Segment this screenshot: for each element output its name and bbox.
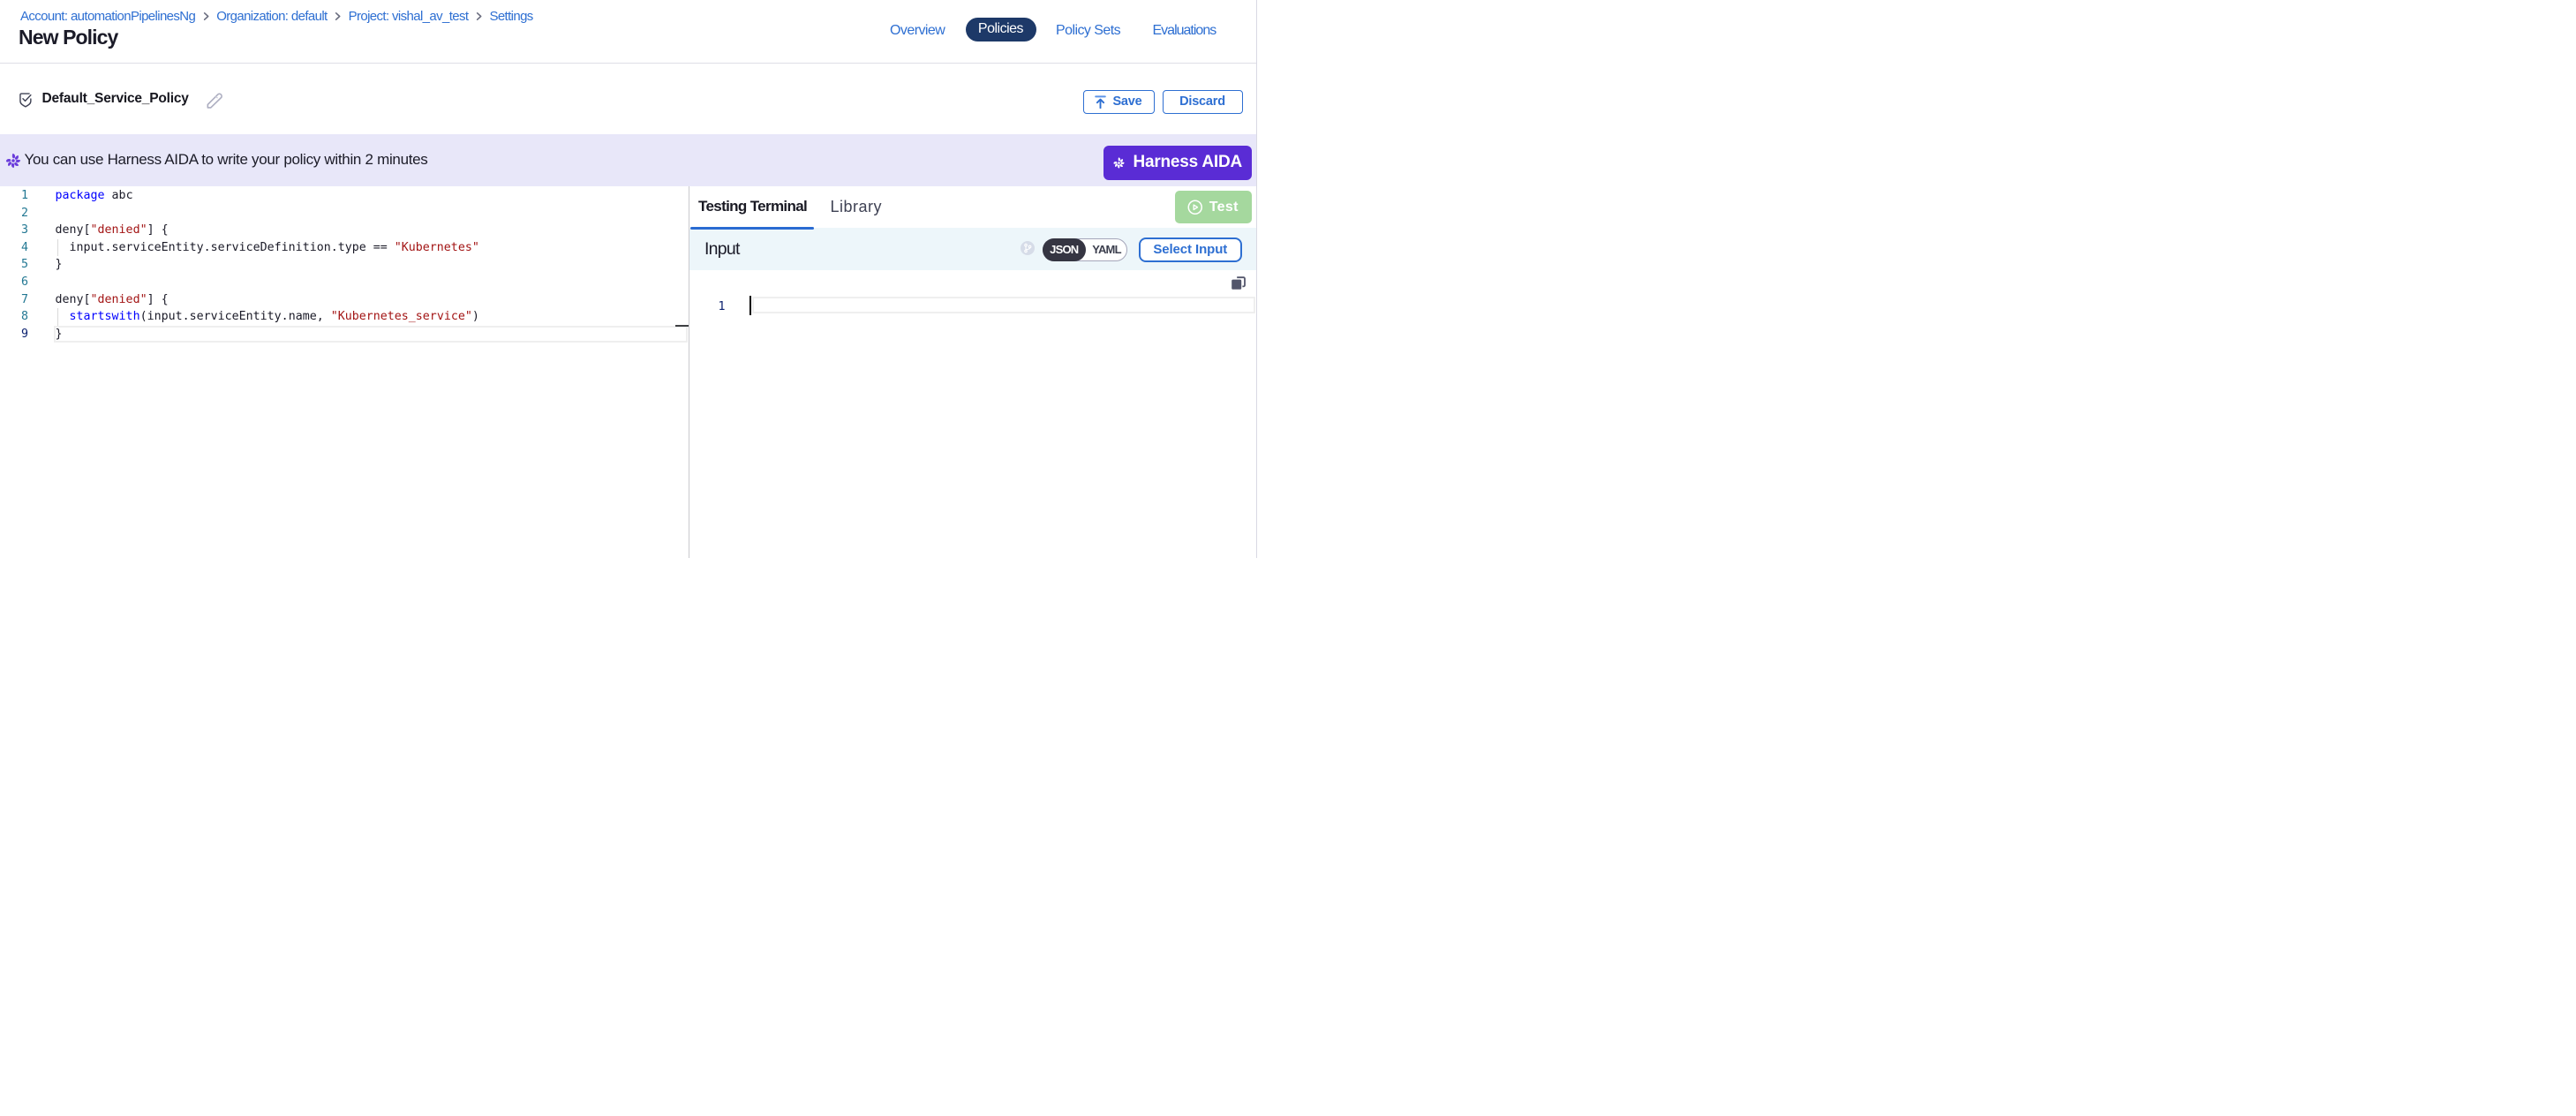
text-cursor [749,296,751,315]
overview-ruler-cursor [675,325,689,327]
line-number: 3 [0,222,28,239]
harness-aida-label: Harness AIDA [1133,153,1242,172]
discard-button[interactable]: Discard [1163,90,1243,115]
module-tabs: Overview Policies Policy Sets Evaluation… [0,0,1256,64]
discard-label: Discard [1179,94,1225,109]
main-split: 1package abc23deny["denied"] {4 input.se… [0,186,1256,559]
code-text: deny["denied"] { [56,222,169,239]
code-line-5: 5} [0,256,689,274]
line-number: 8 [0,308,28,326]
line-number: 1 [0,187,28,205]
policy-toolbar: Default_Service_Policy Save Discard [0,64,1256,134]
line-number: 4 [0,239,28,257]
code-line-7: 7 deny["denied"] { [0,291,689,309]
line-number: 2 [0,205,28,222]
aida-flower-icon [4,152,22,174]
aida-banner: You can use Harness AIDA to write your p… [0,134,1256,186]
code-text: } [56,326,63,343]
code-line-3: 3 deny["denied"] { [0,222,689,239]
shield-check-icon [19,93,32,112]
code-line-6: 6 [0,274,689,291]
code-text: } [56,256,63,274]
app-content: Account: automationPipelinesNg Organizat… [0,0,1257,558]
harness-aida-button[interactable]: Harness AIDA [1103,146,1252,181]
upload-icon [1095,95,1106,109]
save-button[interactable]: Save [1083,90,1155,115]
aida-flower-icon [1112,156,1126,170]
line-number: 5 [0,256,28,274]
line-number: 7 [0,291,28,309]
tab-overview[interactable]: Overview [890,23,945,39]
code-line-9: 9} [0,326,689,343]
code-line-1: 1 package abc [0,187,689,205]
code-line-4: 4 input.serviceEntity.serviceDefinition.… [0,239,689,257]
tab-policies[interactable]: Policies [966,18,1036,41]
code-line-2: 2 [0,205,689,222]
code-text: startswith(input.serviceEntity.name, "Ku… [56,308,479,326]
line-number: 6 [0,274,28,291]
line-number: 9 [0,326,28,343]
code-text: input.serviceEntity.serviceDefinition.ty… [56,239,479,257]
code-text: package abc [56,187,133,205]
line-number: 1 [719,298,726,316]
policy-name: Default_Service_Policy [42,89,189,109]
tab-policy-sets[interactable]: Policy Sets [1056,23,1120,39]
code-text: deny["denied"] { [56,291,169,309]
active-tab-underline [690,227,814,230]
current-line-highlight [752,297,1256,314]
edit-pencil-icon[interactable] [205,91,224,115]
input-editor[interactable]: 1 [689,186,1257,559]
code-line-8: 8 startswith(input.serviceEntity.name, "… [0,308,689,326]
tab-evaluations[interactable]: Evaluations [1153,23,1216,39]
banner-message: You can use Harness AIDA to write your p… [25,151,428,169]
save-label: Save [1112,94,1141,109]
policy-code-editor[interactable]: 1package abc23deny["denied"] {4 input.se… [0,186,689,559]
page-header: Account: automationPipelinesNg Organizat… [0,0,1256,64]
